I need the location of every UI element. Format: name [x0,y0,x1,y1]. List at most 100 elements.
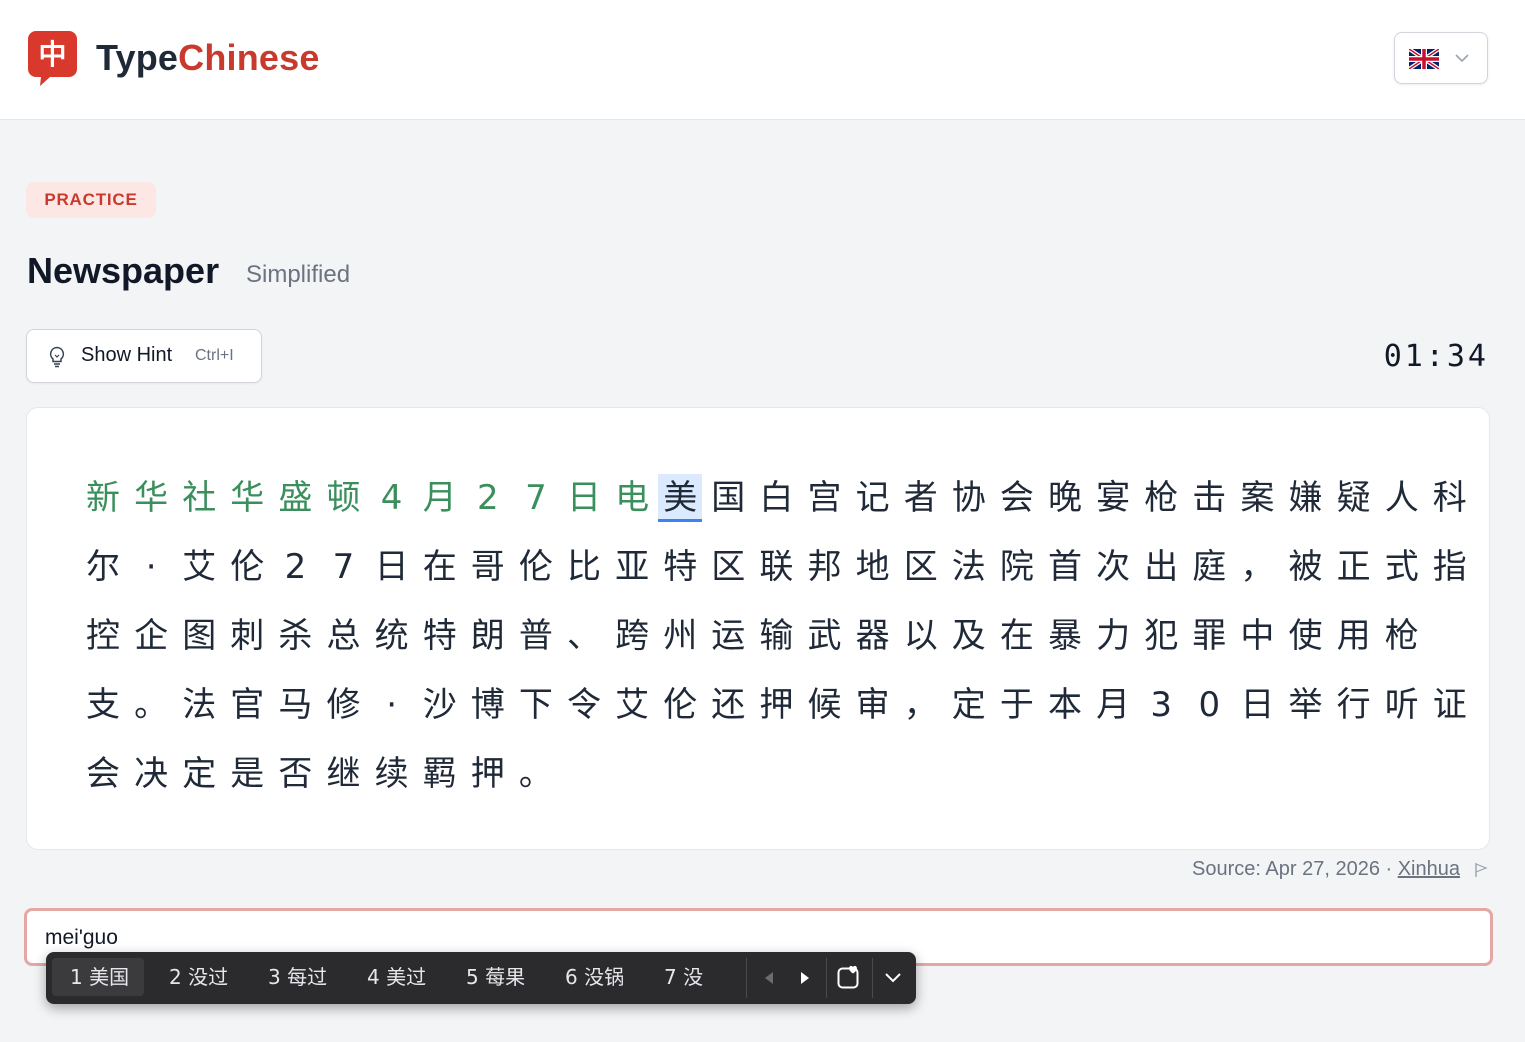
passage-char: 朗 [470,616,505,656]
ime-candidate-2[interactable]: 2 没过 [169,958,228,996]
passage-char: 枪 [1144,478,1179,518]
chevron-down-icon [1455,54,1469,63]
passage-char: 杀 [278,616,313,656]
logo-icon[interactable]: 中 [28,31,77,86]
passage-char: 晚 [1048,478,1082,518]
passage-char: 伦 [663,685,698,725]
passage-char: 首 [1048,547,1082,587]
passage-char: 官 [230,685,265,725]
passage-char: 被 [1288,547,1323,587]
passage-char: 刺 [230,616,265,656]
passage-char: 行 [1336,685,1371,725]
passage-char: 继 [326,754,361,794]
passage-char: 2 [476,478,499,518]
passage-char: 社 [182,478,217,518]
ime-candidate-5[interactable]: 5 莓果 [466,958,525,996]
passage-char: 修 [326,685,361,725]
passage-char: 亚 [615,547,650,587]
passage-char: 枪 [1384,616,1419,656]
passage-char: 下 [518,685,553,725]
passage-char: 宴 [1096,478,1131,518]
passage-char: 及 [951,616,986,656]
ime-candidate-1[interactable]: 1 美国 [52,958,144,996]
passage-char: 企 [134,616,169,656]
passage-char: 州 [663,616,698,656]
passage-char: 会 [86,754,120,794]
ime-divider [826,958,827,998]
ime-candidate-6[interactable]: 6 没锅 [565,958,624,996]
passage-char: 特 [663,547,698,587]
passage-char: 使 [1288,616,1323,656]
passage-char: 、 [567,616,601,656]
ime-candidate-4[interactable]: 4 美过 [367,958,426,996]
passage-char: 庭 [1192,547,1227,587]
passage-char: 比 [567,547,601,587]
passage-char: 日 [374,547,409,587]
passage-char: 押 [759,685,794,725]
passage-char: 华 [230,478,265,518]
passage-char: 用 [1336,616,1371,656]
passage-char: 暴 [1048,616,1082,656]
ime-next-page-icon[interactable] [798,970,812,986]
passage-char: 控 [86,616,120,656]
passage-char: 输 [759,616,794,656]
passage-char: 押 [470,754,505,794]
passage-char: 在 [422,547,457,587]
passage-char: 院 [999,547,1034,587]
source-link[interactable]: Xinhua [1398,858,1460,880]
app-header: 中 TypeChinese [0,0,1525,120]
passage-char: 日 [567,478,601,518]
passage-char: 区 [903,547,938,587]
report-flag-icon[interactable] [1474,862,1488,878]
passage-char: 武 [807,616,842,656]
page-title: Newspaper [27,250,220,291]
language-selector[interactable] [1394,32,1488,84]
passage-char: 于 [999,685,1034,725]
show-hint-button[interactable]: Show Hint Ctrl+I [26,329,262,383]
typing-input[interactable] [45,923,1445,953]
passage-char: 普 [518,616,553,656]
ime-candidate-3[interactable]: 3 每过 [268,958,327,996]
script-variant: Simplified [246,261,351,288]
passage-char: · [386,685,397,725]
practice-badge: PRACTICE [26,182,156,218]
ime-favorite-icon[interactable] [836,964,862,990]
passage-char: 日 [1240,685,1275,725]
passage-char: 伦 [518,547,553,587]
passage-char: 沙 [422,685,457,725]
brand-type: Type [96,37,179,78]
passage-char: 电 [615,478,650,518]
passage-char: 否 [278,754,313,794]
ime-divider [746,958,747,998]
passage-char: 区 [711,547,746,587]
passage-char: 地 [855,547,890,587]
passage-char: 特 [422,616,457,656]
passage-char: 本 [1048,685,1082,725]
passage-char: 2 [284,547,307,587]
passage-char: 是 [230,754,265,794]
passage-char: 在 [999,616,1034,656]
passage-char: 续 [374,754,409,794]
passage-char: 次 [1096,547,1131,587]
uk-flag-icon [1409,49,1439,69]
passage-char: 7 [525,478,547,518]
passage-char: 盛 [278,478,313,518]
passage-char: · [145,547,157,587]
ime-expand-icon[interactable] [884,972,902,984]
passage-char: 。 [134,685,169,725]
brand-name[interactable]: TypeChinese [96,37,320,79]
passage-char: 法 [951,547,986,587]
ime-divider [872,958,873,998]
passage-char: 令 [567,685,601,725]
passage-char: 还 [711,685,746,725]
hint-label: Show Hint [81,344,173,366]
source-line: Source: Apr 27, 2026 · Xinhua [1192,858,1460,881]
passage-char: 艾 [615,685,650,725]
passage-char: 疑 [1336,478,1371,518]
passage-char: 会 [999,478,1034,518]
ime-candidate-7[interactable]: 7 没 [664,958,703,996]
passage-char: 决 [134,754,169,794]
passage-char: 伦 [230,547,265,587]
ime-prev-page-icon[interactable] [762,970,776,986]
passage-char: 以 [903,616,938,656]
